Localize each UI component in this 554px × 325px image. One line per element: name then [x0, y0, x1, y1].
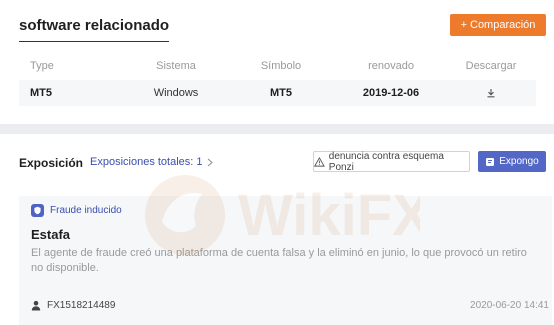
report-ponzi-button[interactable]: denuncia contra esquema Ponzi — [313, 150, 470, 173]
expose-button[interactable]: Expongo — [478, 151, 546, 172]
header-updated: renovado — [368, 60, 414, 72]
download-icon — [487, 89, 495, 98]
total-exposures-link[interactable]: Exposiciones totales: 1 — [90, 156, 213, 168]
report-label: denuncia contra esquema Ponzi — [328, 150, 444, 173]
total-exposures-label: Exposiciones totales: 1 — [90, 156, 203, 168]
exposure-item-description: El agente de fraude creó una plataforma … — [31, 247, 527, 274]
exposure-date: 2020-06-20 14:41 — [470, 300, 549, 311]
expose-label: Expongo — [499, 156, 539, 167]
author-id: FX1518214489 — [47, 300, 116, 311]
header-system: Sistema — [156, 60, 196, 72]
chevron-right-icon — [207, 158, 213, 166]
table-header: Type Sistema Símbolo renovado Descargar — [19, 58, 536, 74]
header-type: Type — [30, 60, 54, 72]
exposure-title: Exposición — [19, 156, 84, 170]
header-download: Descargar — [465, 60, 517, 72]
compare-label: Comparación — [470, 19, 536, 31]
section-title: software relacionado — [19, 17, 170, 42]
plus-icon: + — [460, 19, 467, 31]
table-row: MT5 Windows MT5 2019-12-06 — [19, 80, 536, 106]
cell-system: Windows — [153, 87, 199, 99]
header-symbol: Símbolo — [260, 60, 302, 72]
exposure-author: FX1518214489 — [31, 300, 115, 311]
user-icon — [31, 300, 41, 311]
download-button[interactable] — [446, 80, 536, 106]
expose-icon — [486, 157, 495, 166]
cell-type: MT5 — [30, 87, 52, 99]
exposure-section: Exposición Exposiciones totales: 1 denun… — [0, 134, 554, 325]
compare-button[interactable]: + Comparación — [450, 14, 546, 36]
category-tag: Fraude inducido — [31, 204, 122, 217]
warning-icon — [314, 156, 325, 167]
shield-icon — [31, 204, 44, 217]
exposure-item-title: Estafa — [31, 227, 71, 242]
category-label: Fraude inducido — [50, 205, 122, 216]
cell-updated: 2019-12-06 — [362, 87, 420, 99]
related-software-section: software relacionado + Comparación Type … — [0, 0, 554, 124]
cell-symbol: MT5 — [270, 87, 292, 99]
